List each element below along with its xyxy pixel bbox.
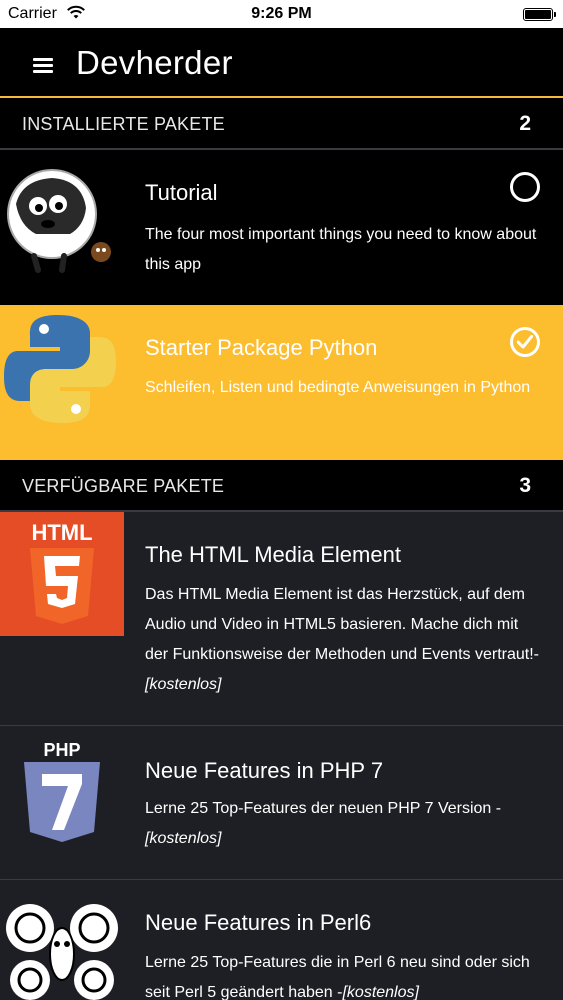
app-title: Devherder (76, 44, 233, 81)
php7-logo-icon: PHP (24, 740, 100, 842)
package-title: Neue Features in Perl6 (145, 910, 372, 935)
battery-icon (523, 8, 556, 21)
php-logo-text: PHP (43, 740, 80, 760)
not-completed-circle-icon (510, 172, 540, 202)
html-logo-text: HTML (31, 520, 92, 545)
installed-count: 2 (519, 112, 531, 135)
package-item-perl6[interactable]: Neue Features in Perl6 Lerne 25 Top-Feat… (0, 880, 563, 1000)
package-item-html-media[interactable]: HTML The HTML Media Element Das HTML Med… (0, 512, 563, 726)
sheep-mascot-icon (7, 169, 111, 273)
package-item-python[interactable]: Starter Package Python Schleifen, Listen… (0, 305, 563, 460)
available-section-header: VERFÜGBARE PAKETE 3 (0, 460, 563, 512)
nav-bar: Devherder (0, 28, 563, 98)
package-title: Neue Features in PHP 7 (145, 758, 384, 783)
python-logo-icon (4, 315, 116, 423)
installed-section-header: INSTALLIERTE PAKETE 2 (0, 98, 563, 150)
package-description: Das HTML Media Element ist das Herzstück… (145, 586, 539, 693)
html5-logo-icon: HTML (0, 512, 124, 636)
price-label: [kostenlos] (342, 984, 419, 1000)
completed-check-icon (510, 327, 540, 357)
hamburger-menu-icon[interactable] (33, 58, 53, 74)
package-title: Tutorial (145, 180, 218, 205)
package-item-tutorial[interactable]: Tutorial The four most important things … (0, 150, 563, 305)
price-label: [kostenlos] (145, 830, 222, 847)
package-item-php7[interactable]: PHP Neue Features in PHP 7 Lerne 25 Top-… (0, 726, 563, 880)
price-label: [kostenlos] (145, 676, 222, 693)
package-title: The HTML Media Element (145, 542, 401, 567)
status-time: 9:26 PM (251, 5, 312, 22)
status-bar: Carrier 9:26 PM (0, 0, 563, 28)
package-description: The four most important things you need … (145, 226, 537, 273)
package-description: Lerne 25 Top-Features die in Perl 6 neu … (145, 954, 530, 1000)
package-description: Schleifen, Listen und bedingte Anweisung… (145, 379, 531, 396)
available-section-label: VERFÜGBARE PAKETE (22, 476, 225, 496)
butterfly-logo-icon (6, 904, 118, 1000)
available-count: 3 (519, 474, 531, 497)
package-title: Starter Package Python (145, 335, 378, 360)
installed-section-label: INSTALLIERTE PAKETE (22, 114, 225, 134)
package-description: Lerne 25 Top-Features der neuen PHP 7 Ve… (145, 800, 502, 847)
